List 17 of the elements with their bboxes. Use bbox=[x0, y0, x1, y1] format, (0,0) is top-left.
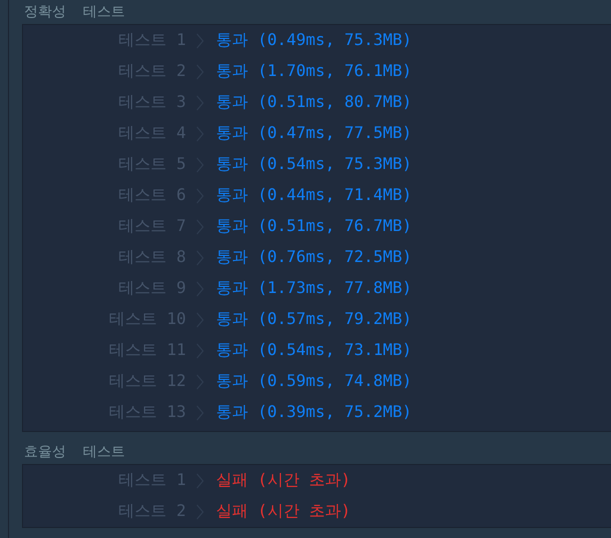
test-result: 통과 (0.54ms, 73.1MB) bbox=[216, 340, 412, 361]
test-result: 실패 (시간 초과) bbox=[216, 501, 351, 522]
test-result: 통과 (0.47ms, 77.5MB) bbox=[216, 123, 412, 144]
test-result: 실패 (시간 초과) bbox=[216, 470, 351, 491]
section-title: 정확성 테스트 bbox=[23, 3, 126, 22]
test-result: 통과 (0.57ms, 79.2MB) bbox=[216, 309, 412, 330]
test-result: 통과 (0.51ms, 80.7MB) bbox=[216, 92, 412, 113]
section-title: 효율성 테스트 bbox=[23, 443, 126, 462]
test-result: 통과 (0.49ms, 75.3MB) bbox=[216, 30, 412, 51]
test-result: 통과 (1.70ms, 76.1MB) bbox=[216, 61, 412, 82]
test-result: 통과 (0.59ms, 74.8MB) bbox=[216, 371, 412, 392]
test-result: 통과 (0.44ms, 71.4MB) bbox=[216, 185, 412, 206]
test-result: 통과 (0.51ms, 76.7MB) bbox=[216, 216, 412, 237]
test-result: 통과 (0.76ms, 72.5MB) bbox=[216, 247, 412, 268]
test-result: 통과 (1.73ms, 77.8MB) bbox=[216, 278, 412, 299]
test-result: 통과 (0.39ms, 75.2MB) bbox=[216, 402, 412, 423]
test-result: 통과 (0.54ms, 75.3MB) bbox=[216, 154, 412, 175]
